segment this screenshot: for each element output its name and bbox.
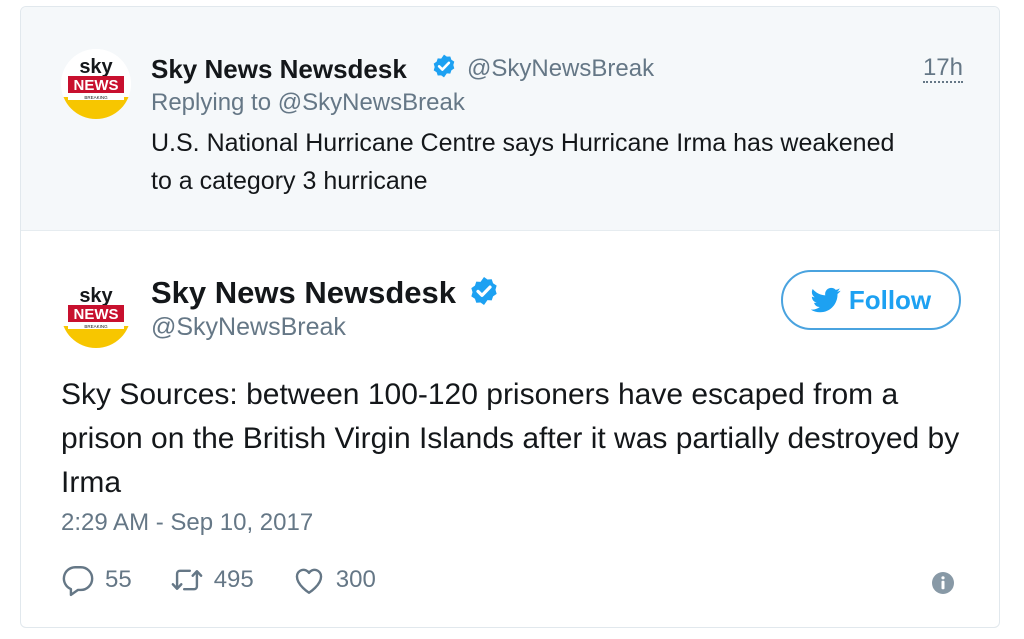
- info-icon[interactable]: [931, 571, 955, 595]
- svg-text:NEWS: NEWS: [74, 77, 119, 94]
- mention-link[interactable]: @SkyNewsBreak: [278, 89, 465, 116]
- svg-text:BREAKING: BREAKING: [84, 95, 108, 100]
- replying-to: Replying to @SkyNewsBreak: [151, 89, 465, 117]
- verified-badge-icon: [433, 54, 455, 78]
- avatar[interactable]: sky NEWS BREAKING: [61, 49, 131, 119]
- tweet-timestamp[interactable]: 2:29 AM - Sep 10, 2017: [61, 509, 313, 537]
- tweet-embed-card: sky NEWS BREAKING Sky News Newsdesk @Sky…: [20, 6, 1000, 628]
- handle[interactable]: @SkyNewsBreak: [151, 313, 346, 342]
- reply-count: 55: [105, 566, 132, 593]
- follow-label: Follow: [848, 284, 932, 315]
- svg-text:NEWS: NEWS: [74, 306, 119, 323]
- retweet-button[interactable]: 495: [170, 563, 254, 597]
- tweet-time[interactable]: 17h: [922, 54, 963, 83]
- verified-badge-icon: [471, 277, 497, 305]
- like-count: 300: [335, 566, 376, 593]
- svg-text:sky: sky: [79, 285, 113, 307]
- like-button[interactable]: 300: [292, 563, 376, 597]
- display-name[interactable]: Sky News Newsdesk: [151, 54, 407, 85]
- tweet-text: Sky Sources: between 100-120 prisoners h…: [61, 378, 960, 499]
- time-label[interactable]: 17h: [922, 54, 963, 83]
- retweet-icon: [171, 569, 203, 591]
- tweet-text: U.S. National Hurricane Centre says Hurr…: [151, 129, 895, 195]
- parent-tweet[interactable]: sky NEWS BREAKING Sky News Newsdesk @Sky…: [21, 7, 999, 231]
- reply-button[interactable]: 55: [61, 563, 132, 597]
- retweet-count: 495: [213, 566, 254, 593]
- replying-prefix: Replying to: [151, 89, 272, 116]
- follow-button[interactable]: Follow: [781, 270, 961, 330]
- handle[interactable]: @SkyNewsBreak: [467, 55, 654, 83]
- avatar[interactable]: sky NEWS BREAKING: [61, 278, 131, 348]
- sky-news-logo: sky NEWS BREAKING: [61, 278, 131, 348]
- sky-news-logo: sky NEWS BREAKING: [61, 49, 131, 119]
- display-name[interactable]: Sky News Newsdesk: [151, 275, 456, 311]
- tweet-actions: 55 495 300: [61, 563, 414, 597]
- reply-icon: [62, 566, 94, 597]
- twitter-bird-icon: [810, 287, 841, 313]
- heart-icon: [295, 568, 322, 594]
- svg-text:BREAKING: BREAKING: [84, 324, 108, 329]
- svg-text:sky: sky: [79, 56, 113, 78]
